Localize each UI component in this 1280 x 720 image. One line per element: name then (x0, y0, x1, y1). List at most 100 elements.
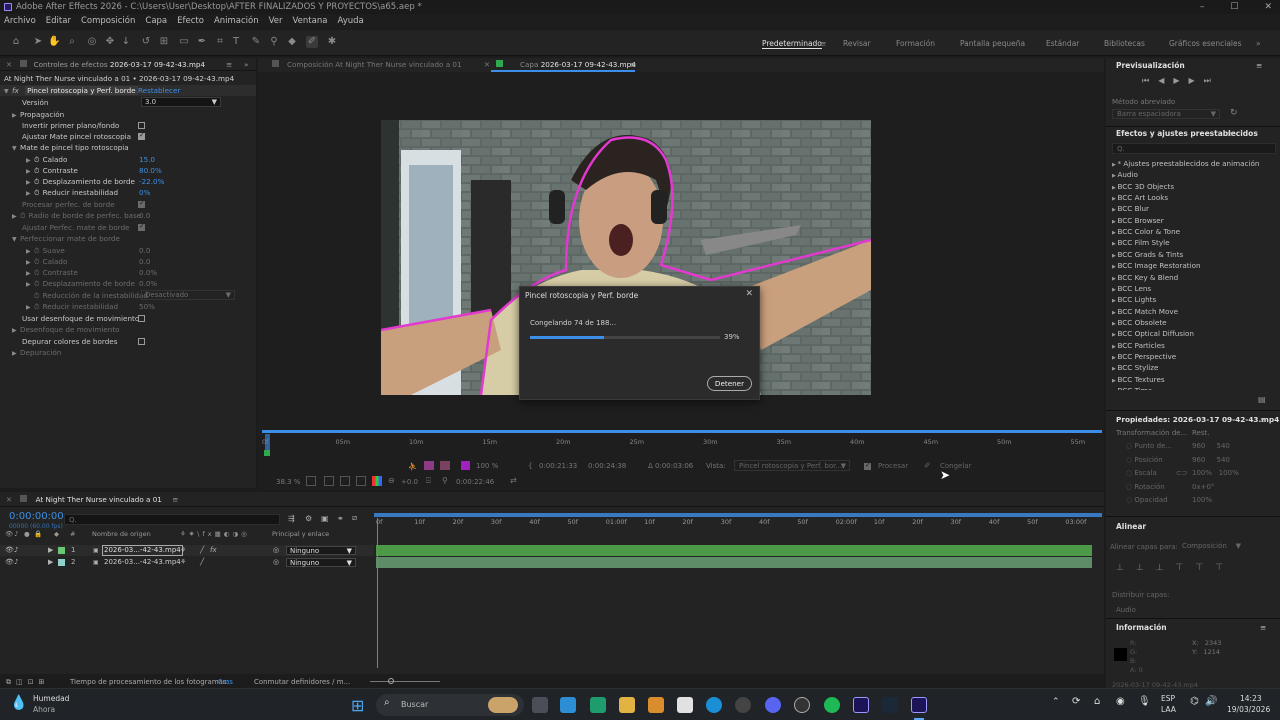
workspace-revisar[interactable]: Revisar (843, 39, 871, 48)
effect-category[interactable]: ▶ BCC Key & Blend (1112, 272, 1178, 283)
edge-icon[interactable] (706, 697, 722, 713)
timeline-timecode[interactable]: 0:00:00:00 (9, 511, 64, 522)
grid-tool-icon[interactable]: ⌗ (214, 36, 226, 48)
scale-values[interactable]: 100% 100% (1192, 469, 1239, 477)
depurar-checkbox[interactable] (138, 338, 145, 345)
fit-icon[interactable] (324, 476, 334, 486)
maximize-button[interactable]: ☐ (1230, 0, 1238, 14)
tray-icon-3[interactable]: ◉ (1116, 696, 1125, 707)
metodo-dropdown[interactable]: Barra espaciadora ▼ (1112, 109, 1220, 119)
lang-1[interactable]: ESP (1161, 694, 1175, 703)
fx-icon[interactable]: fx (12, 86, 19, 95)
quality-switch-icon[interactable]: ╱ (200, 545, 204, 556)
panel-menu-icon[interactable]: ≡ (226, 58, 232, 71)
panel-menu-icon[interactable]: ≡ (1260, 623, 1266, 632)
expand-icon[interactable]: ▶ (48, 557, 53, 568)
tray-icon-1[interactable]: ⟳ (1072, 696, 1080, 707)
effect-category[interactable]: ▶ BCC Perspective (1112, 351, 1176, 362)
file-explorer-icon[interactable] (619, 697, 635, 713)
expand-icon[interactable]: ▶ (48, 545, 53, 556)
effect-category[interactable]: ▶ BCC Film Style (1112, 237, 1170, 248)
effect-category[interactable]: ▶ Audio (1112, 169, 1138, 180)
rectangle-tool-icon[interactable]: ▭ (178, 36, 190, 48)
panel-menu-icon[interactable]: ≡ (1260, 415, 1266, 424)
close-window-button[interactable]: ✕ (1264, 0, 1272, 14)
brush-tool-icon[interactable]: ✎ (250, 36, 262, 48)
exposure-icon[interactable]: ⊖ (388, 476, 395, 485)
procesar-checkbox[interactable] (138, 199, 145, 208)
perfeccionar-group[interactable]: Perfeccionar mate de borde (20, 234, 120, 243)
workspace-menu-icon[interactable]: ≡ (820, 39, 826, 48)
chevron-up-icon[interactable]: ⌃ (1052, 697, 1060, 707)
effect-category[interactable]: ▶ BCC Browser (1112, 215, 1164, 226)
windows-start-icon[interactable]: ⊞ (351, 696, 364, 715)
puppet-tool-icon[interactable]: ✱ (326, 36, 338, 48)
task-view-icon[interactable] (532, 697, 548, 713)
home-icon[interactable]: ⌂ (10, 36, 22, 48)
clone-stamp-tool-icon[interactable]: ⚲ (268, 36, 280, 48)
effect-category[interactable]: ▶ BCC Blur (1112, 203, 1149, 214)
discord-icon[interactable] (765, 697, 781, 713)
after-effects-taskbar-icon[interactable] (911, 697, 927, 713)
alpha-icon[interactable] (424, 461, 434, 470)
effect-category[interactable]: ▶ BCC Obsolete (1112, 317, 1167, 328)
viewer-zoom[interactable]: 100 % (476, 462, 498, 470)
workspace-graficos[interactable]: Gráficos esenciales (1169, 39, 1242, 48)
transform-label[interactable]: Transformación de... (1116, 429, 1187, 437)
workspace-formacion[interactable]: Formación (896, 39, 935, 48)
spotify-icon[interactable] (824, 697, 840, 713)
layer-bar-2[interactable] (376, 557, 1092, 568)
snapshot-icon[interactable]: ⌹ (426, 476, 431, 486)
timeline-ruler[interactable]: 0f 10f 20f 30f 40f 50f 01:00f 10f 20f 30f 40f 50f 02… (374, 518, 1102, 530)
reducir-value[interactable]: 0% (139, 187, 150, 198)
orbit-tool-icon[interactable]: ◎ (86, 36, 98, 48)
audio-icon[interactable]: ♪ (14, 557, 18, 568)
frame-blending-icon[interactable]: ⚭ (337, 514, 344, 523)
out-time[interactable]: 0:00:24:38 (588, 462, 626, 470)
zoom-slider-handle[interactable] (388, 678, 394, 684)
network-icon[interactable]: ⌬ (1190, 696, 1199, 707)
menu-composicion[interactable]: Composición (81, 14, 135, 28)
photos-icon[interactable] (677, 697, 693, 713)
desenfoque-group[interactable]: Desenfoque de movimiento (20, 325, 120, 334)
steam-icon[interactable] (882, 697, 898, 713)
invertir-checkbox[interactable] (138, 122, 145, 129)
effect-category[interactable]: ▶ * Ajustes preestablecidos de animación (1112, 158, 1259, 169)
desplazamiento-value[interactable]: -22.0% (139, 176, 164, 187)
detener-button[interactable]: Detener (707, 376, 752, 391)
puppet-pin-icon[interactable]: ⛹ (408, 462, 417, 471)
effect-category[interactable]: ▶ BCC Particles (1112, 340, 1165, 351)
effect-switch-icon[interactable]: fx (210, 545, 217, 556)
effect-category[interactable]: ▶ BCC Match Move (1112, 306, 1178, 317)
freeze-icon[interactable]: ✐ (924, 461, 931, 470)
mate-pincel-group[interactable]: Mate de pincel tipo rotoscopia (20, 143, 129, 152)
store-icon[interactable] (648, 697, 664, 713)
workspace-bibliotecas[interactable]: Bibliotecas (1104, 39, 1145, 48)
align-buttons[interactable]: ⊥⊥⊥⊤⊤⊤ (1116, 563, 1235, 573)
dropdown-icon[interactable] (306, 476, 316, 486)
weather-icon[interactable]: 💧 (10, 695, 27, 711)
menu-editar[interactable]: Editar (46, 14, 71, 28)
rotate-tool-icon[interactable]: ↺ (140, 36, 152, 48)
position-values[interactable]: 960 540 (1192, 456, 1230, 464)
menu-capa[interactable]: Capa (145, 14, 167, 28)
label-color[interactable] (58, 559, 65, 566)
version-dropdown[interactable]: 3.0 ▼ (141, 97, 221, 107)
selection-tool-icon[interactable]: ➤ (32, 36, 44, 48)
panel-menu-icon[interactable]: ≡ (1227, 129, 1233, 138)
timeline-menu-icon[interactable]: ≡ (172, 495, 178, 504)
tab-menu-icon[interactable]: ≡ (630, 60, 636, 69)
anchor-point-values[interactable]: 960 540 (1192, 442, 1230, 450)
copilot-icon[interactable] (590, 697, 606, 713)
weather-label[interactable]: Humedad (33, 694, 69, 703)
label-color[interactable] (58, 547, 65, 554)
close-tab-icon[interactable]: ✕ (6, 60, 12, 69)
effect-category[interactable]: ▶ BCC Stylize (1112, 362, 1158, 373)
playback-controls[interactable]: ⏮◀▶▶⏭ (1142, 76, 1220, 86)
close-tab-icon[interactable]: ✕ (484, 60, 490, 69)
reset-link[interactable]: Restablecer (138, 85, 180, 96)
effect-category[interactable]: ▶ BCC Time (1112, 385, 1152, 390)
premiere-icon[interactable] (853, 697, 869, 713)
effect-category[interactable]: ▶ BCC Lens (1112, 283, 1151, 294)
menu-ayuda[interactable]: Ayuda (337, 14, 363, 28)
